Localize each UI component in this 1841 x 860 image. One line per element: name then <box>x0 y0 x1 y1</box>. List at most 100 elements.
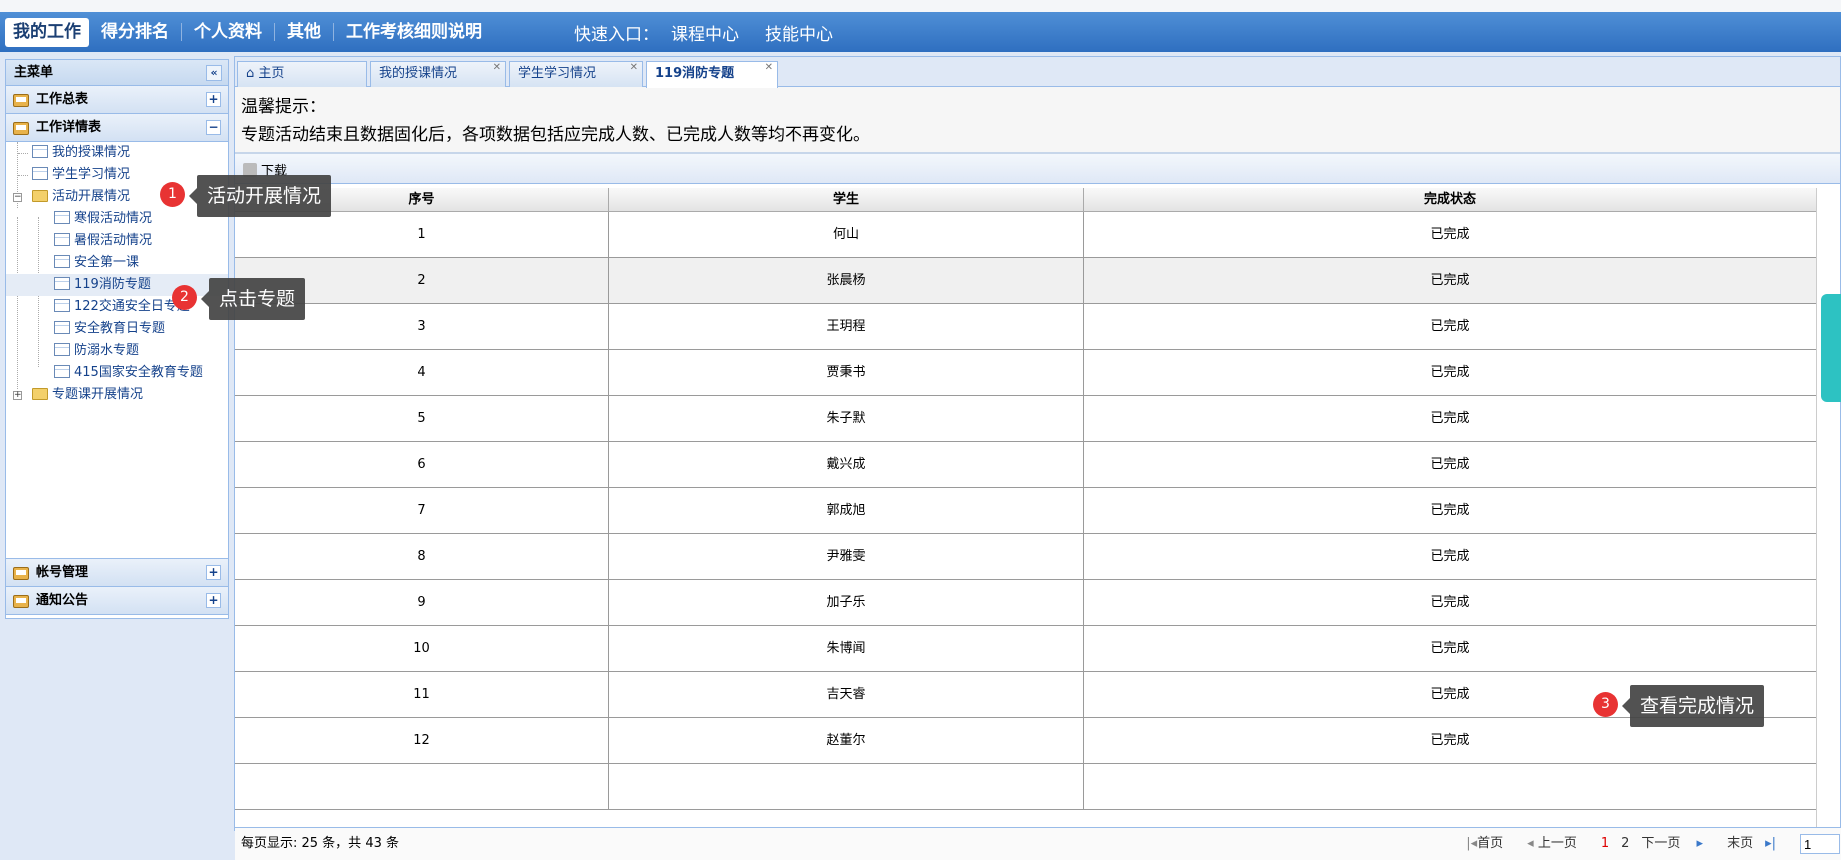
tree-item-label: 119消防专题 <box>74 277 151 292</box>
tab-119-fire-topic[interactable]: 119消防专题 ✕ <box>646 61 778 88</box>
tree-item-drowning-prevention[interactable]: 防溺水专题 <box>54 340 139 362</box>
page-number-input[interactable] <box>1800 834 1840 854</box>
close-tab-icon[interactable]: ✕ <box>493 62 501 74</box>
tree-item-label: 寒假活动情况 <box>74 211 153 226</box>
cell-status: 已完成 <box>1084 580 1817 625</box>
cell-status: 已完成 <box>1084 350 1817 395</box>
step-callout-3: 查看完成情况 <box>1621 685 1765 727</box>
cell-index: 9 <box>235 580 609 625</box>
cell-student: 贾秉书 <box>609 350 1084 395</box>
table-row[interactable]: 7 郭成旭 已完成 <box>235 488 1817 534</box>
folder-icon <box>32 388 48 400</box>
table-row[interactable]: 11 吉天睿 已完成 <box>235 672 1817 718</box>
tree-item-summer-activities[interactable]: 暑假活动情况 <box>54 230 152 252</box>
prev-page-button[interactable]: ◂ 上一页 <box>1527 828 1589 860</box>
tree-item-my-teaching[interactable]: 我的授课情况 <box>32 142 130 164</box>
quick-link-skill-center[interactable]: 技能中心 <box>765 20 833 45</box>
section-work-summary[interactable]: 工作总表 + <box>6 86 228 114</box>
tree-item-safety-first-lesson[interactable]: 安全第一课 <box>54 252 139 274</box>
close-tab-icon[interactable]: ✕ <box>765 62 773 74</box>
last-arrow-icon: ▸| <box>1765 836 1776 851</box>
tree-folder-topic-lessons[interactable]: 专题课开展情况 <box>32 384 143 406</box>
folder-icon <box>32 190 48 202</box>
nav-other[interactable]: 其他 <box>275 12 333 52</box>
section-label: 工作总表 <box>36 92 89 107</box>
tab-label: 我的授课情况 <box>379 66 458 81</box>
tree-line <box>18 175 28 176</box>
column-header-status[interactable]: 完成状态 <box>1084 188 1817 211</box>
expand-node-icon[interactable]: + <box>13 391 22 400</box>
step-badge-1: 1 <box>160 182 185 207</box>
section-work-details[interactable]: 工作详情表 − <box>6 114 228 142</box>
cell-status: 已完成 <box>1084 258 1817 303</box>
step-callout-1: 活动开展情况 <box>188 175 332 217</box>
floating-chat-widget[interactable] <box>1821 294 1841 402</box>
close-tab-icon[interactable]: ✕ <box>630 62 638 74</box>
next-page-label: 下一页 <box>1641 836 1681 851</box>
pagination-controls: |◂首页 ◂ 上一页 1 2 下一页 ▸ 末页 ▸| <box>1466 828 1841 860</box>
tree-item-122-traffic-topic[interactable]: 122交通安全日专题 <box>54 296 190 318</box>
tree-item-safety-education-day[interactable]: 安全教育日专题 <box>54 318 165 340</box>
first-page-button[interactable]: |◂首页 <box>1466 828 1515 860</box>
tab-my-teaching[interactable]: 我的授课情况 ✕ <box>370 61 506 87</box>
table-row[interactable]: 9 加子乐 已完成 <box>235 580 1817 626</box>
table-row[interactable]: 10 朱博闻 已完成 <box>235 626 1817 672</box>
table-row[interactable]: 8 尹雅雯 已完成 <box>235 534 1817 580</box>
tree-item-415-national-security[interactable]: 415国家安全教育专题 <box>54 362 203 384</box>
expand-icon[interactable]: + <box>206 593 221 608</box>
table-row-partial[interactable] <box>235 764 1817 810</box>
column-header-student[interactable]: 学生 <box>609 188 1084 211</box>
document-icon <box>54 255 70 268</box>
collapse-icon[interactable]: − <box>206 120 221 135</box>
warm-tip-notice: 温馨提示： 专题活动结束且数据固化后，各项数据包括应完成人数、已完成人数等均不再… <box>235 87 1840 154</box>
next-page-button[interactable]: 下一页 ▸ <box>1641 828 1715 860</box>
notice-text: 专题活动结束且数据固化后，各项数据包括应完成人数、已完成人数等均不再变化。 <box>241 125 870 145</box>
nav-my-work[interactable]: 我的工作 <box>5 17 89 47</box>
quick-link-course-center[interactable]: 课程中心 <box>671 20 739 45</box>
last-page-button[interactable]: 末页 ▸| <box>1727 828 1788 860</box>
nav-assessment-rules[interactable]: 工作考核细则说明 <box>334 12 494 52</box>
tree-item-label: 安全教育日专题 <box>74 321 166 336</box>
cell-index: 10 <box>235 626 609 671</box>
last-page-label: 末页 <box>1727 836 1754 851</box>
cell-student: 郭成旭 <box>609 488 1084 533</box>
tree-item-winter-activities[interactable]: 寒假活动情况 <box>54 208 152 230</box>
quick-entry-label: 快速入口： <box>574 24 659 45</box>
page-2-link[interactable]: 2 <box>1621 828 1629 860</box>
tree-folder-activities[interactable]: 活动开展情况 <box>32 186 130 208</box>
prev-page-label: 上一页 <box>1537 836 1577 851</box>
tab-student-study[interactable]: 学生学习情况 ✕ <box>509 61 643 87</box>
table-row[interactable]: 5 朱子默 已完成 <box>235 396 1817 442</box>
tree-item-student-study[interactable]: 学生学习情况 <box>32 164 130 186</box>
grid-header: 序号 学生 完成状态 <box>235 188 1817 212</box>
nav-score-ranking[interactable]: 得分排名 <box>89 12 181 52</box>
tree-item-label: 学生学习情况 <box>52 167 131 182</box>
table-row[interactable]: 2 张晨杨 已完成 <box>235 258 1817 304</box>
sidebar-title: 主菜单 <box>14 65 54 80</box>
table-row[interactable]: 3 王玥程 已完成 <box>235 304 1817 350</box>
document-icon <box>54 277 70 290</box>
section-label: 工作详情表 <box>36 120 102 135</box>
expand-icon[interactable]: + <box>206 92 221 107</box>
collapse-node-icon[interactable]: − <box>13 193 22 202</box>
table-row[interactable]: 1 何山 已完成 <box>235 212 1817 258</box>
collapse-sidebar-icon[interactable]: « <box>206 65 222 81</box>
document-icon <box>54 365 70 378</box>
nav-profile[interactable]: 个人资料 <box>182 12 274 52</box>
table-row[interactable]: 4 贾秉书 已完成 <box>235 350 1817 396</box>
document-icon <box>54 211 70 224</box>
table-row[interactable]: 12 赵董尔 已完成 <box>235 718 1817 764</box>
table-row[interactable]: 6 戴兴成 已完成 <box>235 442 1817 488</box>
tab-label: 主页 <box>258 66 285 81</box>
tree-item-label: 暑假活动情况 <box>74 233 153 248</box>
page-1-link[interactable]: 1 <box>1601 828 1609 860</box>
section-account-management[interactable]: 帐号管理 + <box>6 559 228 587</box>
first-page-label: 首页 <box>1477 836 1504 851</box>
document-icon <box>54 233 70 246</box>
expand-icon[interactable]: + <box>206 565 221 580</box>
tab-home[interactable]: ⌂ 主页 <box>237 61 367 87</box>
section-announcements[interactable]: 通知公告 + <box>6 587 228 615</box>
grid-vertical-scrollbar[interactable] <box>1816 188 1840 827</box>
tree-item-label: 防溺水专题 <box>74 343 140 358</box>
cell-student: 戴兴成 <box>609 442 1084 487</box>
